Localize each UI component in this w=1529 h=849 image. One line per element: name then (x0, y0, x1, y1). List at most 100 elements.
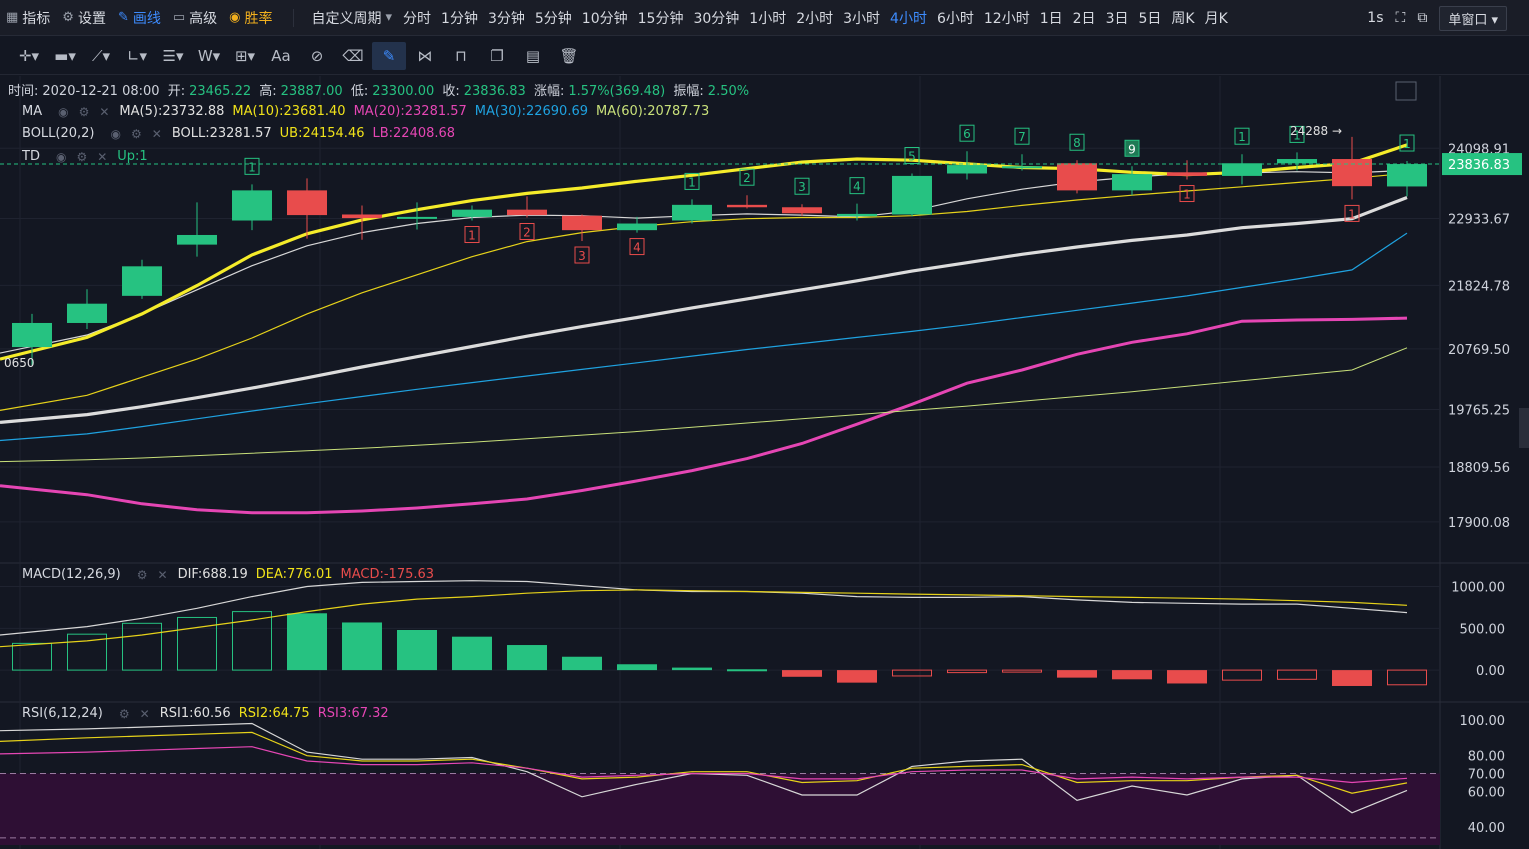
period-0[interactable]: 分时 (398, 8, 436, 28)
refresh-interval[interactable]: 1s (1367, 0, 1383, 36)
period-17[interactable]: 周K (1166, 8, 1199, 28)
chevron-down-icon: ▾ (385, 10, 393, 25)
custom-period-dropdown[interactable]: 自定义周期 ▾ (306, 0, 399, 36)
eye-icon[interactable]: ◉ (111, 127, 121, 141)
candle-body (1112, 174, 1152, 191)
macd-hist-value: MACD:-175.63 (340, 567, 435, 582)
gear-icon[interactable]: ⚙ (131, 127, 142, 141)
chart-svg[interactable]: 24098.9122933.6721824.7820769.5019765.25… (0, 76, 1529, 849)
period-13[interactable]: 1日 (1035, 8, 1068, 28)
gear-icon[interactable]: ⚙ (137, 568, 148, 582)
boll-value: BOLL:23281.57 (171, 126, 272, 141)
candle-body (397, 216, 437, 219)
period-18[interactable]: 月K (1200, 8, 1233, 28)
ohlc-close: 23836.83 (463, 84, 526, 99)
crosshair-tool-icon[interactable]: ✛▾ (12, 42, 46, 70)
period-8[interactable]: 2小时 (791, 8, 838, 28)
eye-icon[interactable]: ◉ (56, 150, 66, 164)
td-up-label: 5 (908, 150, 916, 164)
period-5[interactable]: 15分钟 (633, 8, 689, 28)
ohlc-info: 时间: 2020-12-21 08:00 开: 23465.22 高: 23887.0… (8, 84, 750, 99)
ohlc-change: 1.57%(369.48) (568, 84, 666, 99)
close-icon[interactable]: ✕ (158, 568, 168, 582)
period-15[interactable]: 3日 (1101, 8, 1134, 28)
close-icon[interactable]: ✕ (152, 127, 162, 141)
indicator-icon: ▦ (6, 10, 19, 25)
period-14[interactable]: 2日 (1068, 8, 1101, 28)
chart-area[interactable]: 24098.91 22933.67 21824.78 20769.50 19765.25… (0, 76, 1529, 849)
trash-icon[interactable]: 🗑 (552, 42, 586, 70)
gear-icon[interactable]: ⚙ (119, 707, 130, 721)
lock-tool-icon[interactable]: ⊓ (444, 42, 478, 70)
popout-icon[interactable]: ⧉ (1417, 0, 1427, 36)
macd-bar (1167, 670, 1207, 684)
macd-bar (782, 670, 822, 677)
settings-button[interactable]: ⚙ 设置 (56, 0, 112, 36)
template-tool-icon[interactable]: ▤ (516, 42, 550, 70)
period-16[interactable]: 5日 (1133, 8, 1166, 28)
candle-body (617, 223, 657, 231)
gear-icon[interactable]: ⚙ (76, 150, 87, 164)
macd-bar (1057, 670, 1097, 678)
close-icon[interactable]: ✕ (99, 105, 109, 119)
pattern-tool-icon[interactable]: W▾ (192, 42, 226, 70)
gear-icon[interactable]: ⚙ (79, 105, 90, 119)
close-icon[interactable]: ✕ (97, 150, 107, 164)
trendline-tool-icon[interactable]: ⟋▾ (84, 42, 118, 70)
indicators-button[interactable]: ▦ 指标 (0, 0, 56, 36)
td-up-value: Up:1 (117, 149, 148, 164)
rsi-legend-name: RSI(6,12,24) (22, 706, 103, 721)
magnet-tool-icon[interactable]: ⊘ (300, 42, 334, 70)
macd-bar (507, 645, 547, 671)
period-9[interactable]: 3小时 (838, 8, 885, 28)
series-line-ma20 (0, 316, 1408, 515)
eraser-tool-icon[interactable]: ⌫ (336, 42, 370, 70)
boll-ub-value: UB:24154.46 (279, 126, 365, 141)
macd-bar (452, 636, 492, 671)
copy-tool-icon[interactable]: ❐ (480, 42, 514, 70)
multi-select-tool-icon[interactable]: ⋈ (408, 42, 442, 70)
period-6[interactable]: 30分钟 (688, 8, 744, 28)
y-tick-label: 22933.67 (1448, 212, 1510, 227)
period-11[interactable]: 6小时 (932, 8, 979, 28)
candle-body (287, 190, 327, 216)
winrate-button[interactable]: ◉ 胜率 (223, 0, 278, 36)
ohlc-high: 23887.00 (280, 84, 343, 99)
line-style-tool-icon[interactable]: ▬▾ (48, 42, 82, 70)
period-7[interactable]: 1小时 (744, 8, 791, 28)
macd-bar (837, 670, 877, 683)
td-up-label: 1 (688, 175, 696, 189)
rsi-y-tick-label: 70.00 (1468, 768, 1505, 783)
td-legend: TD ◉ ⚙ ✕ Up:1 (22, 149, 156, 164)
period-12[interactable]: 12小时 (979, 8, 1035, 28)
period-10[interactable]: 4小时 (885, 8, 932, 28)
period-3[interactable]: 5分钟 (530, 8, 577, 28)
candle-body (12, 322, 52, 348)
eye-icon[interactable]: ◉ (58, 105, 68, 119)
td-up-label: 1 (1238, 130, 1246, 144)
period-2[interactable]: 3分钟 (483, 8, 530, 28)
advanced-button[interactable]: ▭ 高级 (167, 0, 223, 36)
window-mode-select[interactable]: 单窗口 ▾ (1439, 5, 1507, 31)
rsi-legend: RSI(6,12,24) ⚙ ✕ RSI1:60.56 RSI2:64.75 R… (22, 706, 397, 721)
candle-body (507, 209, 547, 216)
period-1[interactable]: 1分钟 (436, 8, 483, 28)
text-tool-icon[interactable]: Aa (264, 42, 298, 70)
td-down-label: 2 (523, 226, 531, 240)
measure-tool-icon[interactable]: ⊞▾ (228, 42, 262, 70)
pen-icon: ✎ (117, 10, 129, 25)
close-icon[interactable]: ✕ (140, 707, 150, 721)
angle-tool-icon[interactable]: ∟▾ (120, 42, 154, 70)
candle-body (1332, 159, 1372, 187)
period-4[interactable]: 10分钟 (577, 8, 633, 28)
candle-body (1222, 163, 1262, 176)
macd-bar (947, 669, 987, 674)
candle-body (342, 214, 382, 219)
y-tick-label: 18809.56 (1448, 461, 1510, 476)
draw-button[interactable]: ✎ 画线 (112, 0, 167, 36)
ma5-value: MA(5):23732.88 (119, 104, 225, 119)
fib-tool-icon[interactable]: ☰▾ (156, 42, 190, 70)
y-tick-label: 17900.08 (1448, 516, 1510, 531)
pencil-tool-icon[interactable]: ✎ (372, 41, 406, 70)
fullscreen-icon[interactable]: ⛶ (1396, 0, 1406, 36)
